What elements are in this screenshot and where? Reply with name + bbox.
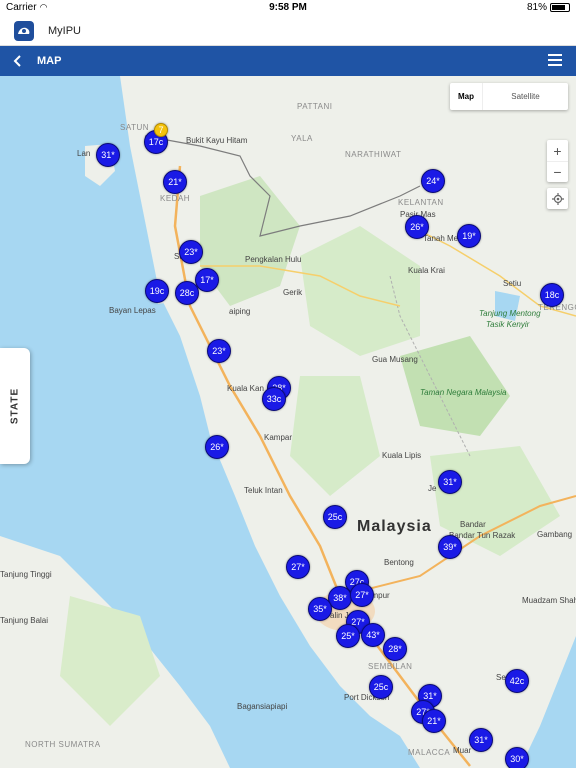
nav-bar: MAP [0,46,576,76]
map-background [0,76,576,768]
crosshair-icon [551,192,564,205]
map-marker[interactable]: 17* [195,268,219,292]
label-kuala-krai: Kuala Krai [408,266,445,275]
map-marker[interactable]: 26* [205,435,229,459]
state-tab-label: STATE [9,387,21,425]
app-logo-icon [14,21,34,41]
map-marker[interactable]: 7 [154,123,168,137]
map-marker[interactable]: 25c [323,505,347,529]
label-setiu: Setiu [503,279,522,288]
app-title: MyIPU [48,25,81,37]
map-marker[interactable]: 25c [369,675,393,699]
map-marker[interactable]: 19* [457,224,481,248]
label-tanjung-balai: Tanjung Balai [0,616,49,625]
map-type-map-button[interactable]: Map [450,83,483,110]
label-satun: SATUN [120,123,150,132]
map-marker[interactable]: 18c [540,283,564,307]
label-negeri-sembilan: SEMBILAN [368,662,413,671]
label-tasik-kenyir: Tasik Kenyir [486,320,530,329]
zoom-in-button[interactable]: + [547,140,568,161]
map-marker[interactable]: 43* [361,623,385,647]
map-marker[interactable]: 27* [286,555,310,579]
label-jerantut: Je [428,484,437,493]
label-kampar: Kampar [264,433,293,442]
label-melaka: MALACCA [408,748,451,757]
map-type-toggle: Map Satellite [450,83,568,110]
label-kuala-kangsar: Kuala Kan [227,384,264,393]
map-marker[interactable]: 33c [262,387,286,411]
map-marker[interactable]: 21* [163,170,187,194]
label-bayan-lepas: Bayan Lepas [109,306,156,315]
map-marker[interactable]: 31* [469,728,493,752]
map-marker[interactable]: 25* [336,624,360,648]
map-marker[interactable]: 27* [350,583,374,607]
map-marker[interactable]: 42c [505,669,529,693]
label-pattani: PATTANI [297,102,333,111]
chevron-left-icon [13,55,21,67]
label-teluk-intan: Teluk Intan [244,486,283,495]
label-bentong: Bentong [384,558,414,567]
label-muadzam-shah: Muadzam Shah [522,596,576,605]
zoom-out-button[interactable]: − [547,161,568,182]
label-yala: YALA [291,134,313,143]
battery-percent: 81% [526,2,547,13]
map-marker[interactable]: 23* [207,339,231,363]
label-muar: Muar [453,746,472,755]
map-marker[interactable]: 23* [179,240,203,264]
page-title: MAP [37,55,62,67]
label-bandar: Bandar [460,520,486,529]
app-header: MyIPU [0,16,576,46]
back-button[interactable] [10,53,26,69]
map-marker[interactable]: 30* [505,747,529,768]
zoom-control: + − [547,140,568,182]
map-marker[interactable]: 21* [422,709,446,733]
label-taiping: aiping [229,307,251,316]
battery-icon [550,3,570,12]
map-marker[interactable]: 35* [308,597,332,621]
map-marker[interactable]: 26* [405,215,429,239]
label-pengkalan-hulu: Pengkalan Hulu [245,255,302,264]
label-kelantan: KELANTAN [398,198,444,207]
map-marker[interactable]: 19c [145,279,169,303]
status-bar: Carrier ◠ 9:58 PM 81% [0,0,576,16]
map-marker[interactable]: 24* [421,169,445,193]
state-drawer-tab[interactable]: STATE [0,348,30,464]
label-tanjung-mentong: Tanjung Mentong [479,309,541,318]
map-view[interactable]: SATUN PATTANI YALA NARATHIWAT KELANTAN K… [0,76,576,768]
map-marker[interactable]: 31* [438,470,462,494]
hamburger-menu-button[interactable] [548,54,562,68]
label-gua-musang: Gua Musang [372,355,418,364]
map-marker[interactable]: 28* [383,637,407,661]
my-location-button[interactable] [547,188,568,209]
label-taman-negara: Taman Negara Malaysia [420,388,507,397]
map-marker[interactable]: 31* [96,143,120,167]
label-tanjung-tinggi: Tanjung Tinggi [0,570,52,579]
label-bukit-kayu-hitam: Bukit Kayu Hitam [186,136,248,145]
label-bagansiapiapi: Bagansiapiapi [237,702,288,711]
label-gambang: Gambang [537,530,573,539]
map-marker[interactable]: 39* [438,535,462,559]
map-type-satellite-button[interactable]: Satellite [483,83,568,110]
label-north-sumatra: NORTH SUMATRA [25,740,101,749]
label-langkawi: Lan [77,149,91,158]
label-kedah: KEDAH [160,194,191,203]
map-marker[interactable]: 28c [175,281,199,305]
label-narathiwat: NARATHIWAT [345,150,402,159]
menu-icon [548,54,562,56]
label-kuala-lipis: Kuala Lipis [382,451,422,460]
status-time: 9:58 PM [269,2,307,13]
label-country: Malaysia [357,518,432,535]
label-gerik: Gerik [283,288,303,297]
